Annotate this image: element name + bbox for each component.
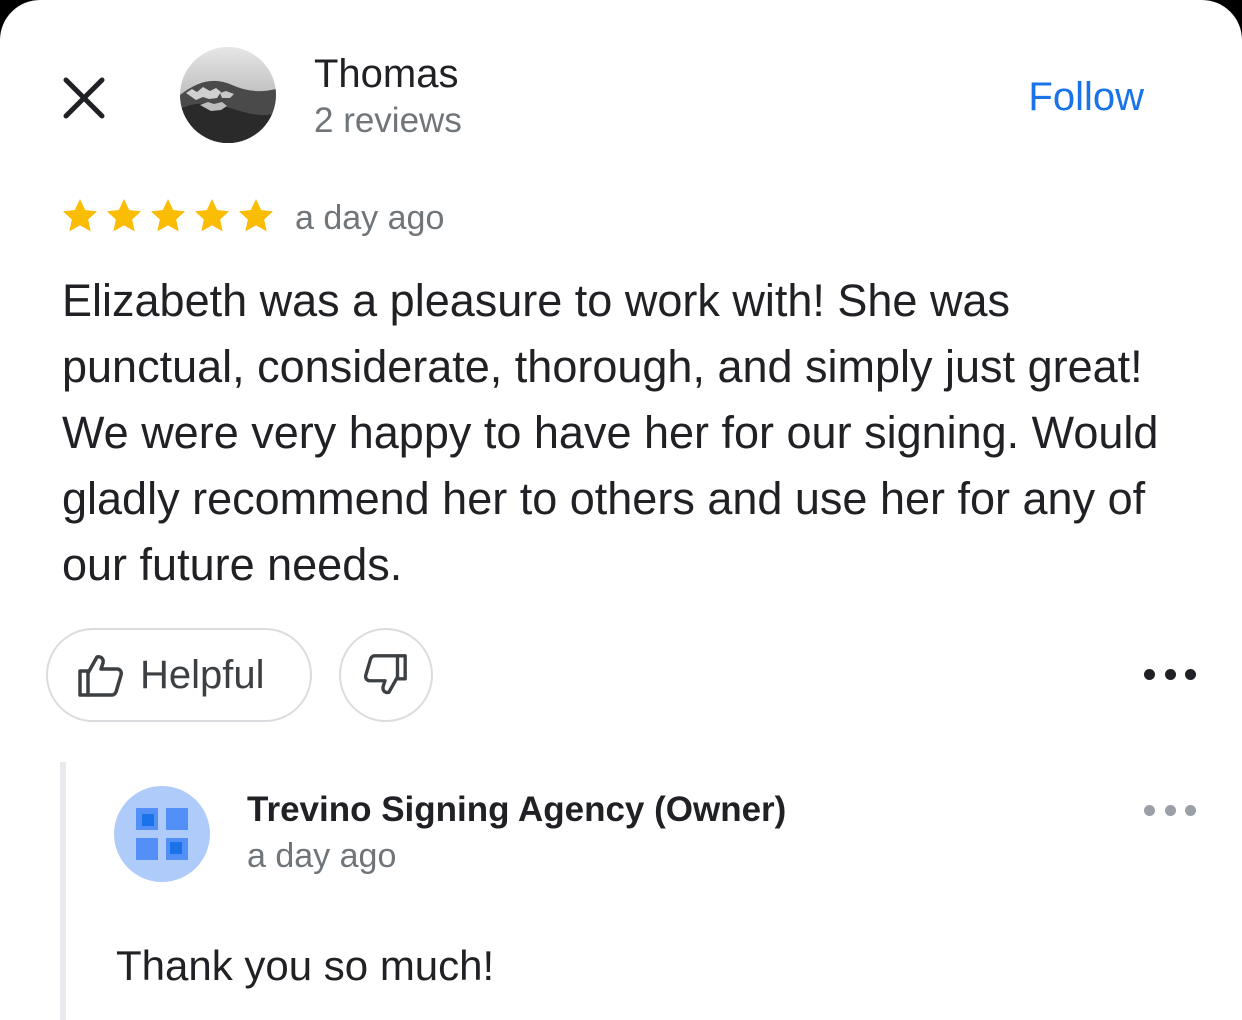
review-sheet: Thomas 2 reviews Follow a day ago Elizab… xyxy=(0,0,1242,1020)
review-text: Elizabeth was a pleasure to work with! S… xyxy=(62,275,1159,590)
star-rating xyxy=(60,196,278,236)
helpful-button[interactable]: Helpful xyxy=(46,628,312,722)
follow-button[interactable]: Follow xyxy=(1028,70,1144,124)
reviewer-name[interactable]: Thomas xyxy=(314,50,459,98)
star-icon xyxy=(107,199,141,232)
owner-avatar[interactable] xyxy=(114,786,210,882)
close-icon xyxy=(63,77,105,119)
owner-reply-more-options-button[interactable] xyxy=(1144,796,1196,824)
more-horizontal-icon xyxy=(1144,668,1155,680)
not-helpful-button[interactable] xyxy=(339,628,433,722)
star-icon xyxy=(63,199,97,232)
owner-reply-divider xyxy=(60,762,66,1020)
helpful-label: Helpful xyxy=(140,652,265,697)
reviewer-review-count: 2 reviews xyxy=(314,101,462,140)
review-more-options-button[interactable] xyxy=(1144,660,1196,688)
thumbs-up-icon xyxy=(78,655,123,697)
owner-name: Trevino Signing Agency (Owner) xyxy=(247,790,787,829)
review-timestamp: a day ago xyxy=(295,199,445,237)
close-button[interactable] xyxy=(56,70,112,126)
star-icon xyxy=(195,199,229,232)
star-icon xyxy=(151,199,185,232)
thumbs-down-icon xyxy=(363,654,407,695)
reviewer-avatar[interactable] xyxy=(180,47,276,143)
star-icon xyxy=(239,199,273,232)
owner-reply-timestamp: a day ago xyxy=(247,837,397,875)
more-horizontal-icon xyxy=(1144,804,1155,816)
business-logo-icon xyxy=(136,808,188,860)
owner-reply-text: Thank you so much! xyxy=(116,942,495,989)
